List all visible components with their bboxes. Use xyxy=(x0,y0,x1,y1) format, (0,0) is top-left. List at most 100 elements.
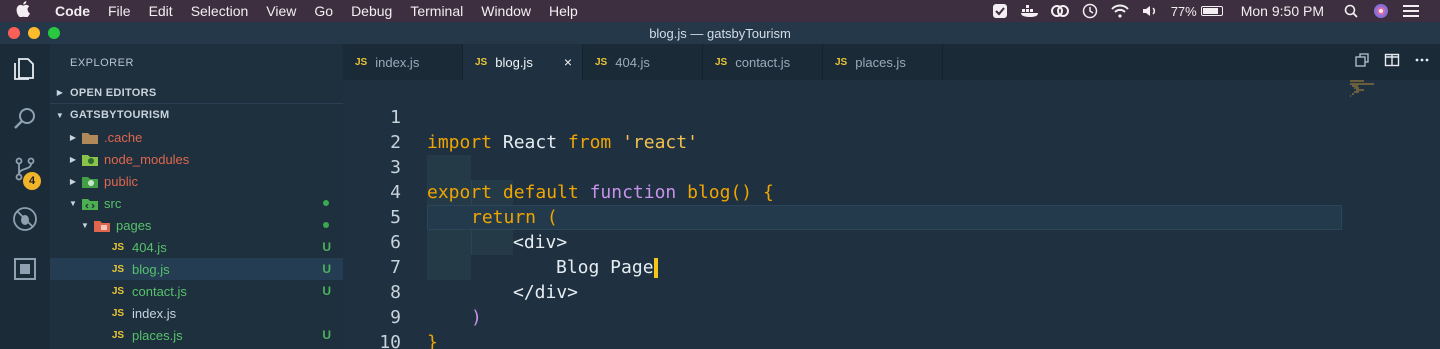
js-file-icon: JS xyxy=(111,329,125,341)
source-control-view-button[interactable]: 4 xyxy=(0,144,50,194)
tab-404-js[interactable]: JS 404.js xyxy=(583,44,703,80)
tab-label: index.js xyxy=(375,54,420,70)
source-control-badge: 4 xyxy=(23,172,41,190)
tab-contact-js[interactable]: JS contact.js xyxy=(703,44,823,80)
menu-selection[interactable]: Selection xyxy=(182,3,258,19)
tree-item-places-js[interactable]: JS places.js U xyxy=(50,324,343,346)
menu-window[interactable]: Window xyxy=(472,3,540,19)
tree-item-label: 404.js xyxy=(132,239,167,255)
untracked-status: U xyxy=(322,328,331,342)
js-file-icon: JS xyxy=(595,56,608,68)
extensions-view-button[interactable] xyxy=(0,244,50,294)
chevron-right-icon: ▶ xyxy=(69,154,77,164)
close-window-button[interactable] xyxy=(8,27,20,39)
menu-edit[interactable]: Edit xyxy=(140,3,182,19)
project-label: GATSBYTOURISM xyxy=(70,109,170,121)
untracked-status: U xyxy=(322,240,331,254)
chevron-right-icon: ▶ xyxy=(69,132,77,142)
minimize-window-button[interactable] xyxy=(28,27,40,39)
tab-index-js[interactable]: JS index.js xyxy=(343,44,463,80)
menu-debug[interactable]: Debug xyxy=(342,3,401,19)
tab-blog-js[interactable]: JS blog.js × xyxy=(463,44,583,80)
tree-item-pages[interactable]: ▼ pages xyxy=(50,214,343,236)
battery-status[interactable]: 77% xyxy=(1165,4,1229,19)
chevron-right-icon: ▶ xyxy=(69,176,77,186)
apple-icon[interactable] xyxy=(0,1,46,21)
explorer-view-button[interactable] xyxy=(0,44,50,94)
wifi-icon[interactable] xyxy=(1105,0,1135,22)
tab-label: 404.js xyxy=(615,54,650,70)
untracked-status: U xyxy=(322,262,331,276)
tree-item-label: places.js xyxy=(132,327,183,343)
js-file-icon: JS xyxy=(111,263,125,275)
search-icon xyxy=(14,108,35,129)
code-line-2: 2 xyxy=(343,105,1343,153)
tree-item-public[interactable]: ▶ public xyxy=(50,170,343,192)
menu-go[interactable]: Go xyxy=(305,3,342,19)
tree-item-src[interactable]: ▼ src xyxy=(50,192,343,214)
window-title-bar: blog.js — gatsbyTourism xyxy=(0,22,1440,44)
tree-item-cache[interactable]: ▶ .cache xyxy=(50,126,343,148)
tab-label: contact.js xyxy=(735,54,791,70)
node-folder-icon xyxy=(80,151,100,167)
split-editor-icon[interactable] xyxy=(1384,52,1400,73)
battery-percent: 77% xyxy=(1170,3,1197,19)
siri-icon[interactable] xyxy=(1366,0,1396,22)
docker-icon[interactable] xyxy=(1015,0,1045,22)
modified-dot xyxy=(323,200,329,206)
project-section[interactable]: ▼ GATSBYTOURISM xyxy=(50,104,343,126)
code-line-3: 3 export default function blog() { xyxy=(343,130,1343,203)
battery-icon xyxy=(1200,6,1223,16)
creative-cloud-icon[interactable] xyxy=(1045,0,1075,22)
spotlight-search-icon[interactable] xyxy=(1336,0,1366,22)
more-actions-icon[interactable] xyxy=(1414,52,1430,73)
js-file-icon: JS xyxy=(715,56,728,68)
minimap[interactable] xyxy=(1350,80,1390,100)
menu-app-name[interactable]: Code xyxy=(46,3,99,19)
js-file-icon: JS xyxy=(111,307,125,319)
open-editors-section[interactable]: ▶ OPEN EDITORS xyxy=(50,82,343,104)
menu-clock[interactable]: Mon 9:50 PM xyxy=(1229,3,1336,19)
modified-dot xyxy=(323,222,329,228)
tab-places-js[interactable]: JS places.js xyxy=(823,44,943,80)
files-icon xyxy=(14,58,34,80)
chevron-right-icon: ▶ xyxy=(56,88,64,97)
tasks-icon[interactable] xyxy=(985,0,1015,22)
time-machine-icon[interactable] xyxy=(1075,0,1105,22)
chevron-down-icon: ▼ xyxy=(55,110,65,120)
tree-item-contact-js[interactable]: JS contact.js U xyxy=(50,280,343,302)
zoom-window-button[interactable] xyxy=(48,27,60,39)
tree-item-blog-js[interactable]: JS blog.js U xyxy=(50,258,343,280)
debug-view-button[interactable] xyxy=(0,194,50,244)
js-file-icon: JS xyxy=(835,56,848,68)
menu-help[interactable]: Help xyxy=(540,3,587,19)
code-line-1: 1 import React from 'react' xyxy=(343,80,1343,153)
search-view-button[interactable] xyxy=(0,94,50,144)
tree-item-404-js[interactable]: JS 404.js U xyxy=(50,236,343,258)
tree-item-index-js[interactable]: JS index.js xyxy=(50,302,343,324)
menu-file[interactable]: File xyxy=(99,3,140,19)
code-line-8: 8 ) xyxy=(343,255,1343,328)
tree-item-node-modules[interactable]: ▶ node_modules xyxy=(50,148,343,170)
menu-view[interactable]: View xyxy=(257,3,305,19)
chevron-down-icon: ▼ xyxy=(81,220,89,230)
code-line-10: 10 xyxy=(343,305,1343,349)
close-tab-icon[interactable]: × xyxy=(564,54,572,70)
tab-label: blog.js xyxy=(495,54,533,70)
activity-bar: 4 xyxy=(0,44,50,349)
editor-tab-bar: JS index.js JS blog.js × JS 404.js JS co… xyxy=(343,44,1440,80)
js-file-icon: JS xyxy=(355,56,368,68)
volume-icon[interactable] xyxy=(1135,0,1165,22)
editor-actions xyxy=(1354,44,1440,80)
src-folder-icon xyxy=(80,195,100,211)
tree-item-label: pages xyxy=(116,217,152,233)
code-editor[interactable]: 1 import React from 'react' 2 3 export d… xyxy=(343,80,1440,349)
notification-center-icon[interactable] xyxy=(1396,0,1426,22)
macos-menu-bar: Code File Edit Selection View Go Debug T… xyxy=(0,0,1440,22)
menu-terminal[interactable]: Terminal xyxy=(401,3,472,19)
debug-icon xyxy=(13,207,37,231)
open-changes-icon[interactable] xyxy=(1354,52,1370,73)
code-line-6: 6 Blog Page xyxy=(343,205,1343,278)
code-line-5: 5 <div> xyxy=(343,180,1343,253)
tree-item-label: blog.js xyxy=(132,261,170,277)
